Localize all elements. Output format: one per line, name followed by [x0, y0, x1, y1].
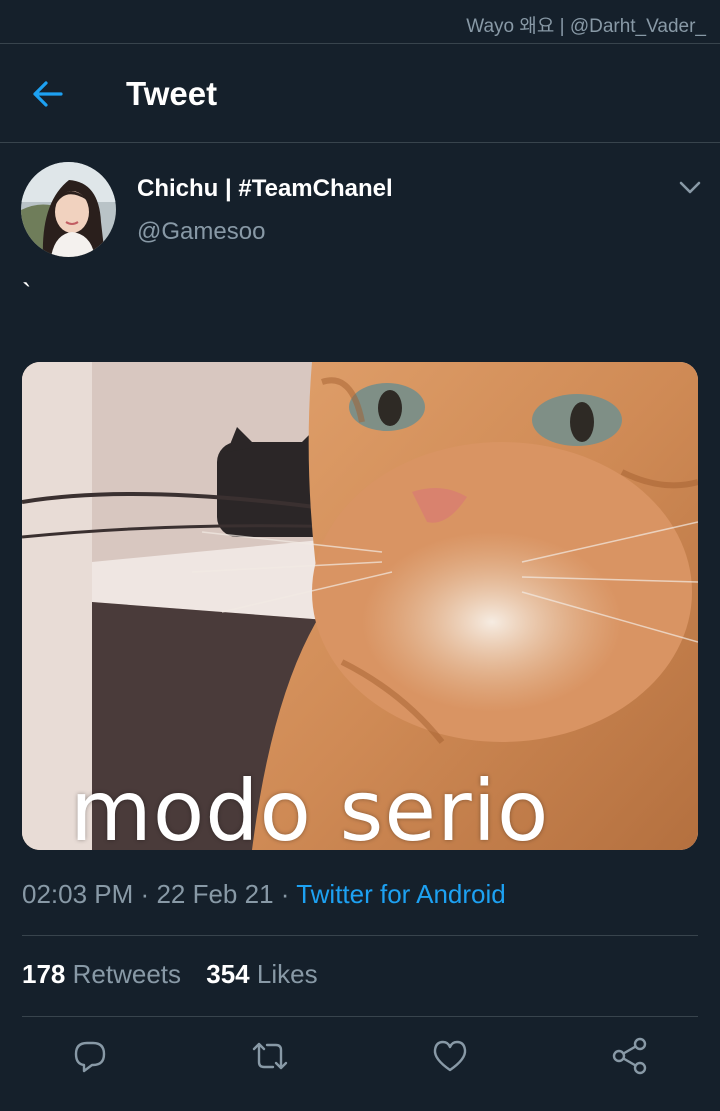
likes-label: Likes — [256, 959, 318, 989]
reply-button[interactable] — [70, 1036, 110, 1076]
watermark-bar: Wayo 왜요 | @Darht_Vader_ — [0, 0, 720, 44]
meta-separator: · — [280, 879, 290, 909]
retweet-icon — [252, 1042, 288, 1070]
likes-stat[interactable]: 354 Likes — [206, 959, 317, 989]
tweet-source-link[interactable]: Twitter for Android — [296, 879, 506, 909]
tweet-text: ` — [22, 278, 32, 309]
display-name[interactable]: Chichu | #TeamChanel — [137, 175, 393, 203]
reply-icon — [74, 1041, 106, 1073]
tweet-media[interactable]: modo serio — [22, 362, 698, 850]
app-header: Tweet — [0, 44, 720, 143]
avatar[interactable] — [21, 162, 116, 257]
divider — [22, 935, 698, 936]
share-icon — [612, 1037, 647, 1075]
likes-count: 354 — [206, 959, 250, 989]
arrow-left-icon — [33, 81, 63, 107]
share-button[interactable] — [610, 1036, 650, 1076]
back-button[interactable] — [28, 76, 68, 112]
chevron-down-icon — [679, 181, 701, 194]
meta-separator: · — [140, 879, 150, 909]
tweet-date: 22 Feb 21 — [156, 879, 274, 909]
watermark-text: Wayo 왜요 | @Darht_Vader_ — [466, 16, 706, 37]
divider — [22, 1016, 698, 1017]
user-handle[interactable]: @Gamesoo — [137, 218, 265, 246]
more-options-button[interactable] — [672, 176, 708, 200]
tweet-meta: 02:03 PM · 22 Feb 21 · Twitter for Andro… — [22, 879, 506, 910]
retweets-label: Retweets — [72, 959, 182, 989]
like-button[interactable] — [430, 1036, 470, 1076]
tweet-time: 02:03 PM — [22, 879, 134, 909]
page-title: Tweet — [126, 75, 218, 112]
retweets-stat[interactable]: 178 Retweets — [22, 959, 181, 989]
retweet-button[interactable] — [250, 1036, 290, 1076]
heart-icon — [433, 1040, 467, 1072]
retweets-count: 178 — [22, 959, 66, 989]
media-caption: modo serio — [70, 762, 550, 850]
tweet-stats: 178 Retweets 354 Likes — [22, 959, 336, 990]
